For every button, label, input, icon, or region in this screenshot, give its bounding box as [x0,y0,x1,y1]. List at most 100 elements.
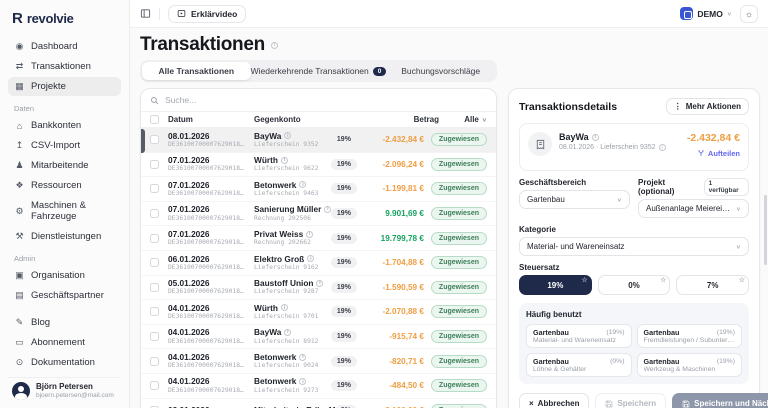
counterparty-info-icon[interactable]: i [284,132,291,139]
star-icon[interactable]: ☆ [739,276,745,284]
explainer-video-button[interactable]: Erklärvideo [168,5,246,23]
sidebar-item-organisation[interactable]: ▣Organisation [8,266,121,285]
sidebar-toggle-icon[interactable] [140,8,151,19]
table-row[interactable]: 04.01.2026DE36100700007629018…Betonwerki… [141,374,496,399]
counterparty-info-icon[interactable]: i [316,280,323,287]
counterparty-info-icon[interactable]: i [306,231,313,238]
cancel-button[interactable]: × Abbrechen [519,393,589,408]
row-reference: Lieferschein 9162 [254,264,331,272]
sidebar-item-ressourcen[interactable]: ❖Ressourcen [8,176,121,195]
row-checkbox[interactable] [150,332,159,341]
row-checkbox[interactable] [150,283,159,292]
row-checkbox[interactable] [150,307,159,316]
save-and-next-button[interactable]: Speichern und Nächste → [672,393,768,408]
account-switcher[interactable]: DEMO ∨ [680,7,732,20]
row-checkbox[interactable] [150,357,159,366]
table-row[interactable]: 08.01.2026DE36100700007629018…BayWaiLief… [141,128,496,153]
sidebar-item-blog[interactable]: ✎Blog [8,313,121,332]
row-checkbox[interactable] [150,381,159,390]
cell-counterparty: BetonwerkiLieferschein 9273 [254,376,331,395]
frequently-used-item[interactable]: Gartenbau(19%)Material- und Wareneinsatz [526,324,632,348]
counterparty-info-icon[interactable]: i [281,304,288,311]
tab-wiederkehrende-transaktionen[interactable]: Wiederkehrende Transaktionen0 [251,62,387,80]
status-filter-dropdown[interactable]: Alle ∨ [439,115,487,124]
save-button[interactable]: Speichern [595,393,666,408]
select-all-checkbox[interactable] [150,115,159,124]
sidebar-item-bankkonten[interactable]: ⌂Bankkonten [8,116,121,135]
frequently-used-head: Gartenbau(19%) [533,328,625,337]
counterparty-info-icon[interactable]: i [307,255,314,262]
table-row[interactable]: 04.01.2026DE36100700007629018…WürthiLief… [141,300,496,325]
title-info-icon[interactable]: i [271,42,278,49]
scroll-position-indicator[interactable] [141,129,145,153]
frequent-description: Löhne & Gehälter [533,366,625,373]
user-profile[interactable]: Björn Petersen bjoern.petersen@mail.com [8,377,121,400]
table-row[interactable]: 07.01.2026DE36100700007629018…Privat Wei… [141,226,496,251]
sidebar-item-dashboard[interactable]: ◉Dashboard [8,37,121,56]
more-actions-button[interactable]: ⋮ Mehr Aktionen [666,98,749,115]
search-input[interactable] [165,95,487,105]
sidebar-item-projekte[interactable]: ▦Projekte [8,77,121,96]
counterparty-info-icon[interactable]: i [284,329,291,336]
sidebar-item-mitarbeitende[interactable]: ♟Mitarbeitende [8,156,121,175]
sidebar-item-geschäftspartner[interactable]: ▤Geschäftspartner [8,286,121,305]
meta-info-icon[interactable]: i [659,144,666,151]
tax-option-7[interactable]: 7%☆ [676,275,749,295]
table-row[interactable]: 07.01.2026DE36100700007629018…Sanierung … [141,202,496,227]
project-select[interactable]: Außenanlage Meiereistraße ∨ [638,199,749,218]
row-checkbox[interactable] [150,135,159,144]
sidebar-item-maschinen-fahrzeuge[interactable]: ⚙Maschinen & Fahrzeuge [8,196,121,226]
sidebar-item-abonnement[interactable]: ▭Abonnement [8,333,121,352]
category-select[interactable]: Material- und Wareneinsatz ∨ [519,237,749,256]
tab-alle-transaktionen[interactable]: Alle Transaktionen [142,62,251,80]
sidebar-item-dienstleistungen[interactable]: ⚒Dienstleistungen [8,227,121,246]
star-icon[interactable]: ☆ [660,276,666,284]
sidebar-item-dokumentation[interactable]: ⊙Dokumentation [8,353,121,372]
chevron-down-icon: ∨ [727,10,732,16]
row-iban: DE36100700007629018… [168,165,254,173]
row-amount: -915,74 € [364,332,424,341]
tax-option-0[interactable]: 0%☆ [598,275,671,295]
table-row[interactable]: 07.01.2026DE36100700007629018…Betonwerki… [141,177,496,202]
table-row[interactable]: 04.01.2026DE36100700007629018…BayWaiLief… [141,325,496,350]
row-checkbox[interactable] [150,258,159,267]
split-transaction-link[interactable]: Aufteilen [697,149,740,158]
cell-date: 04.01.2026DE36100700007629018… [168,352,254,371]
chevron-down-icon: ∨ [736,243,741,249]
frequently-used-item[interactable]: Gartenbau(19%)Werkzeug & Maschinen [637,353,743,377]
table-row[interactable]: 05.01.2026DE36100700007629018…Baustoff U… [141,276,496,301]
counterparty-info-icon[interactable]: i [324,206,331,213]
business-area-select[interactable]: Gartenbau ∨ [519,190,630,209]
search-icon [150,96,159,105]
table-row[interactable]: 04.01.2026DE36100700007629018…Betonwerki… [141,349,496,374]
tax-rate-label: Steuersatz [519,263,749,272]
counterparty-avatar [528,132,552,156]
row-checkbox[interactable] [150,234,159,243]
table-row[interactable]: 06.01.2026DE36100700007629018…Elektro Gr… [141,251,496,276]
counterparty-info-icon[interactable]: i [281,157,288,164]
table-row[interactable]: 07.01.2026DE36100700007629018…WürthiLief… [141,153,496,178]
row-checkbox[interactable] [150,209,159,218]
frequent-description: Werkzeug & Maschinen [644,366,736,373]
frequently-used-item[interactable]: Gartenbau(19%)Fremdleistungen / Subunter… [637,324,743,348]
sidebar-item-transaktionen[interactable]: ⇄Transaktionen [8,57,121,76]
tax-option-19[interactable]: 19%☆ [519,275,592,295]
row-status-badge: Zugewiesen [431,281,487,294]
search-bar [141,89,496,112]
row-checkbox[interactable] [150,160,159,169]
page-scrollbar[interactable] [764,195,767,265]
row-counterparty-name: Betonwerki [254,180,331,190]
frequently-used-item[interactable]: Gartenbau(0%)Löhne & Gehälter [526,353,632,377]
counterparty-info-icon[interactable]: i [299,181,306,188]
row-checkbox[interactable] [150,184,159,193]
counterparty-info-icon[interactable]: i [592,134,599,141]
upload-icon: ↥ [14,140,25,151]
row-tax-badge: 19% [331,208,357,219]
star-icon[interactable]: ☆ [581,276,587,284]
counterparty-info-icon[interactable]: i [299,354,306,361]
theme-toggle-button[interactable]: ☼ [740,5,758,23]
tab-buchungsvorschläge[interactable]: Buchungsvorschläge [386,62,495,80]
counterparty-info-icon[interactable]: i [299,378,306,385]
table-row[interactable]: 03.01.2026Mitarbeiterin Erika Musterfrau… [141,399,496,408]
sidebar-item-csv-import[interactable]: ↥CSV-Import [8,136,121,155]
